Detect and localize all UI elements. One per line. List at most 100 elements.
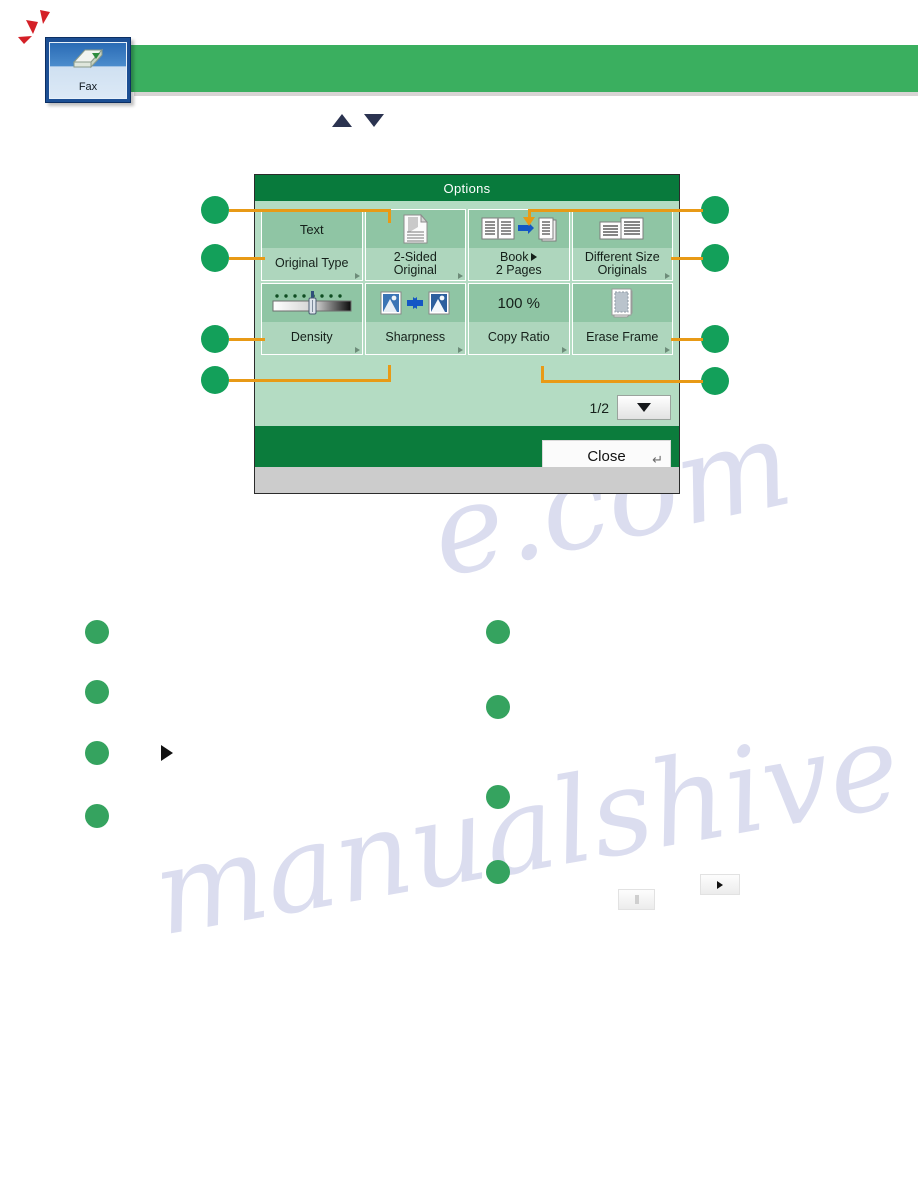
- option-button-sharpness[interactable]: Sharpness: [364, 283, 466, 355]
- book-two-pages-label-line1: Book: [496, 249, 542, 265]
- options-button-grid: Text Original Type 2-Sided Original Book…: [261, 209, 673, 355]
- note-bullet-4: [85, 804, 109, 828]
- scroll-up-icon[interactable]: [332, 114, 352, 127]
- callout-right-4-dot: [701, 367, 729, 395]
- note-bullet-3: [85, 741, 109, 765]
- book-two-pages-label: Book 2 Pages: [495, 249, 542, 278]
- text-value-area: Text: [262, 210, 362, 248]
- density-slider-icon: [262, 284, 362, 322]
- copy-ratio-label-area: Copy Ratio: [469, 322, 569, 354]
- option-button-density[interactable]: Density: [261, 283, 363, 355]
- two-sided-original-label-line2: Original: [393, 263, 437, 277]
- close-button-label: Close: [587, 448, 626, 465]
- callout-right-2-dot: [701, 244, 729, 272]
- different-size-originals-label: Different Size Originals: [584, 249, 660, 278]
- callout-right-3-line: [671, 338, 703, 341]
- original-type-value: Text: [299, 221, 324, 237]
- original-type-label: Original Type: [275, 256, 349, 271]
- callout-left-3-line: [229, 338, 265, 341]
- different-size-label-line1: Different Size: [584, 249, 660, 264]
- callout-left-4-line: [229, 379, 391, 382]
- callout-right-4-vline: [541, 366, 544, 381]
- screen-body: Text Original Type 2-Sided Original Book…: [255, 201, 679, 426]
- screen-title-bar: Options: [255, 175, 679, 201]
- callout-left-4-dot: [201, 366, 229, 394]
- callout-right-3-dot: [701, 325, 729, 353]
- right-triangle-icon: [161, 745, 173, 761]
- density-label: Density: [290, 330, 333, 345]
- callout-left-2-dot: [201, 244, 229, 272]
- book-to-two-pages-icon: [469, 210, 569, 248]
- chevron-right-icon: [354, 273, 360, 279]
- callout-left-1-line: [229, 209, 391, 212]
- page-down-button[interactable]: [617, 395, 671, 420]
- sharpness-label: Sharpness: [385, 330, 446, 345]
- callout-left-4-vline: [388, 365, 391, 380]
- note-bullet-1: [85, 620, 109, 644]
- fax-tile-inner: Fax: [49, 42, 127, 99]
- note-bullet-8: [486, 860, 510, 884]
- red-flash-marker-icon: [14, 8, 58, 52]
- note-bullet-5: [486, 620, 510, 644]
- chevron-right-icon: [665, 273, 670, 279]
- book-two-pages-label-area: Book 2 Pages: [469, 248, 569, 280]
- option-button-two-sided-original[interactable]: 2-Sided Original: [364, 209, 466, 281]
- option-button-copy-ratio[interactable]: 100 % Copy Ratio: [468, 283, 570, 355]
- screen-base-strip: [254, 467, 680, 494]
- note-bullet-7: [486, 785, 510, 809]
- callout-right-1-dot: [701, 196, 729, 224]
- copy-ratio-value: 100 %: [497, 294, 541, 312]
- options-screen-panel: Options Text Original Type 2-Sided Origi…: [254, 174, 680, 494]
- scroll-down-icon[interactable]: [364, 114, 384, 127]
- option-button-different-size-originals[interactable]: Different Size Originals: [571, 209, 673, 281]
- callout-right-1-line: [528, 209, 703, 212]
- fax-machine-icon: [71, 47, 105, 71]
- chevron-right-icon: [561, 347, 567, 353]
- erase-frame-icon: [572, 284, 672, 322]
- copy-ratio-label: Copy Ratio: [487, 330, 550, 345]
- page-indicator: 1/2: [589, 399, 609, 416]
- chevron-right-icon: [665, 347, 670, 353]
- note-bullet-6: [486, 695, 510, 719]
- callout-left-1-dot: [201, 196, 229, 224]
- nav-arrow-row: [330, 112, 390, 132]
- right-triangle-icon: [530, 252, 537, 261]
- top-banner-shadow: [134, 92, 918, 96]
- note-bullet-2: [85, 680, 109, 704]
- pager-row: 1/2: [590, 395, 671, 420]
- chevron-right-icon: [354, 347, 360, 353]
- callout-right-1-arrowhead: [523, 217, 535, 226]
- different-size-originals-icon: [572, 210, 672, 248]
- two-sided-original-label-area: 2-Sided Original: [365, 248, 465, 280]
- page-down-triangle-icon: [637, 403, 651, 412]
- top-banner: [131, 45, 918, 92]
- callout-left-2-line: [229, 257, 265, 260]
- fax-tile-label: Fax: [78, 81, 98, 93]
- erase-frame-label-area: Erase Frame: [572, 322, 672, 354]
- mini-blank-bar-icon: [634, 895, 639, 904]
- chevron-right-icon: [458, 273, 463, 279]
- two-sided-original-icon: [365, 210, 465, 248]
- book-two-pages-label-line2: 2 Pages: [495, 263, 542, 277]
- watermark-text-b: manualshive: [143, 695, 910, 963]
- book-label-text: Book: [500, 249, 529, 264]
- mini-blank-button[interactable]: [618, 889, 655, 910]
- option-button-erase-frame[interactable]: Erase Frame: [571, 283, 673, 355]
- option-button-original-type[interactable]: Text Original Type: [261, 209, 363, 281]
- two-sided-original-label-line1: 2-Sided: [393, 249, 437, 264]
- two-sided-original-label: 2-Sided Original: [393, 249, 437, 278]
- mini-arrow-button[interactable]: [700, 874, 740, 895]
- chevron-right-icon: [458, 347, 463, 353]
- callout-left-1-vline: [388, 209, 391, 223]
- enter-key-icon: ↵: [652, 452, 663, 467]
- copy-ratio-value-area: 100 %: [469, 284, 569, 322]
- callout-right-2-line: [671, 257, 703, 260]
- option-button-book-two-pages[interactable]: Book 2 Pages: [468, 209, 570, 281]
- callout-right-4-line: [541, 380, 703, 383]
- sharpness-icon: [365, 284, 465, 322]
- sharpness-label-area: Sharpness: [365, 322, 465, 354]
- density-label-area: Density: [262, 322, 362, 354]
- original-type-label-area: Original Type: [262, 248, 362, 280]
- erase-frame-label: Erase Frame: [586, 330, 659, 345]
- mini-right-triangle-icon: [717, 880, 723, 889]
